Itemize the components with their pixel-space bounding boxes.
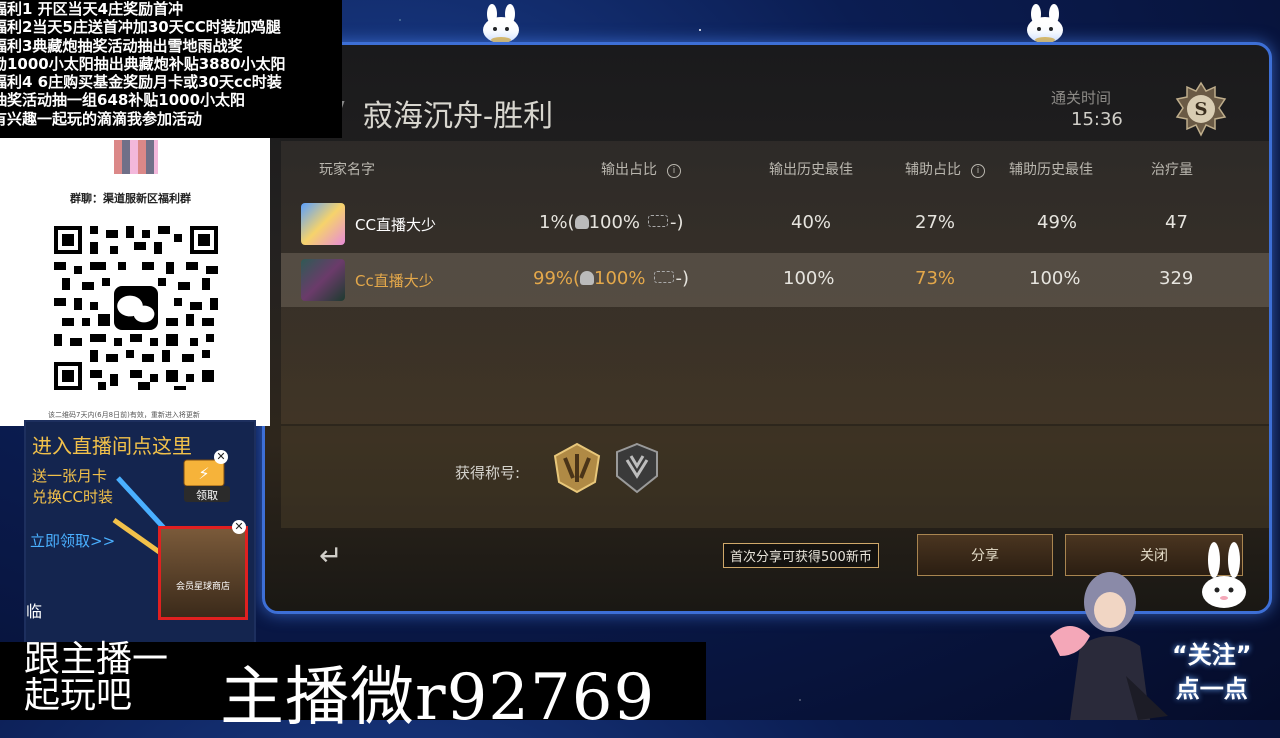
notice-line: 有兴趣一起玩的滴滴我参加活动 [0, 109, 203, 128]
bottom-caption-bar: 跟主播一 起玩吧 主播微r92769 [0, 639, 706, 735]
clear-time-value: 15:36 [1071, 109, 1123, 130]
table-row[interactable]: CC直播大少 1%(100% -) 40% 27% 49% 47 [281, 197, 1269, 251]
notice-line: 福利3典藏炮抽奖活动抽出雪地雨战奖 [0, 36, 243, 55]
claim-now-link[interactable]: 立即领取>> [30, 530, 115, 551]
back-icon[interactable]: ↵ [319, 539, 342, 572]
notice-line: 抽奖活动抽一组648补贴1000小太阳 [0, 91, 246, 110]
group-qr-panel: 群聊：渠道服新区福利群 该二维码7天内(6月8日前)有效，重新进入将更新 [0, 138, 270, 426]
bunny-sticker-icon [1027, 4, 1063, 43]
table-row[interactable]: Cc直播大少 99%(100% -) 100% 73% 100% 329 [281, 253, 1269, 307]
promo-header[interactable]: 进入直播间点这里 [32, 430, 192, 459]
bunny-sticker-icon [1202, 542, 1246, 608]
group-name: 群聊：渠道服新区福利群 [70, 192, 191, 205]
share-reward-tip: 首次分享可获得500新币 [723, 543, 879, 568]
notice-line: 福利2当天5庄送首冲加30天CC时装加鸡腿 [0, 18, 281, 37]
member-shop-button[interactable]: 会员星球商店 [158, 526, 248, 620]
notice-line: 励1000小太阳抽出典藏炮补贴3880小太阳 [0, 54, 286, 73]
stream-notice-overlay: 福利1 开区当天4庄奖励首冲 福利2当天5庄送首冲加30天CC时装加鸡腿 福利3… [0, 0, 342, 138]
support-share-cell: 73% [915, 268, 956, 289]
close-icon[interactable]: ✕ [232, 520, 246, 534]
header-damage-share: 输出占比 i [601, 159, 681, 179]
bunny-sticker-icon [483, 4, 519, 43]
notice-line: 福利1 开区当天4庄奖励首冲 [0, 0, 184, 18]
header-damage-best: 输出历史最佳 [769, 162, 853, 178]
damage-share-cell: 99%(100% -) [533, 268, 690, 289]
svg-text:S: S [1195, 99, 1208, 120]
qr-footer-note: 该二维码7天内(6月8日前)有效，重新进入将更新 [48, 411, 200, 419]
title-emblem-icon[interactable] [611, 442, 663, 494]
support-best-cell: 100% [1029, 268, 1081, 289]
rank-badge-icon: S [1175, 81, 1227, 137]
share-button[interactable]: 分享 [917, 534, 1053, 576]
promo-side-text: 临 [26, 602, 43, 621]
anime-character-image [1050, 572, 1168, 720]
player-name: CC直播大少 [355, 216, 436, 234]
damage-best-cell: 40% [791, 212, 832, 233]
healing-cell: 329 [1159, 268, 1194, 289]
info-icon[interactable]: i [667, 164, 681, 178]
group-avatar-thumbs [114, 140, 158, 174]
promo-subtext: 送一张月卡 兑换CC时装 [32, 467, 113, 506]
header-support-best: 辅助历史最佳 [1009, 162, 1093, 178]
player-icon [574, 215, 589, 229]
support-share-cell: 27% [915, 212, 956, 233]
header-support-share: 辅助占比 i [905, 159, 985, 179]
qr-code-icon[interactable] [54, 226, 218, 390]
healing-cell: 47 [1165, 212, 1188, 233]
team-icon [648, 215, 669, 227]
earned-titles-row: 获得称号: [281, 426, 1269, 528]
title-emblem-icon[interactable] [551, 442, 603, 494]
play-together-text: 跟主播一 起玩吧 [24, 639, 169, 716]
support-best-cell: 49% [1037, 212, 1078, 233]
info-icon[interactable]: i [971, 164, 985, 178]
team-icon [653, 271, 674, 283]
stats-table: 玩家名字 输出占比 i 输出历史最佳 辅助占比 i 辅助历史最佳 治疗量 CC直播大… [281, 141, 1269, 424]
notice-line: 福利4 6庄购买基金奖励月卡或30天cc时装 [0, 73, 282, 92]
header-player-name: 玩家名字 [319, 162, 375, 178]
earned-titles-label: 获得称号: [455, 464, 521, 482]
game-result-window: 寂海沉舟-胜利 通关时间 15:36 S 玩家名字 输出占比 i 输出历史最佳 辅… [262, 42, 1272, 614]
wechat-contact-text: 主播微r92769 [220, 661, 656, 735]
damage-share-cell: 1%(100% -) [539, 212, 684, 233]
stage-result-title: 寂海沉舟-胜利 [363, 99, 554, 134]
clear-time-label: 通关时间 [1051, 89, 1112, 107]
avatar [301, 203, 345, 245]
damage-best-cell: 100% [783, 268, 835, 289]
player-icon [580, 271, 595, 285]
avatar [301, 259, 345, 301]
player-name: Cc直播大少 [355, 272, 434, 290]
follow-prompt[interactable]: “关注” 点一点 [1172, 638, 1252, 706]
promo-overlay[interactable]: 进入直播间点这里 送一张月卡 兑换CC时装 ⚡ 领取 ✕ 立即领取>> 会员星球… [24, 420, 256, 646]
close-icon[interactable]: ✕ [214, 450, 228, 464]
header-healing: 治疗量 [1151, 162, 1193, 178]
